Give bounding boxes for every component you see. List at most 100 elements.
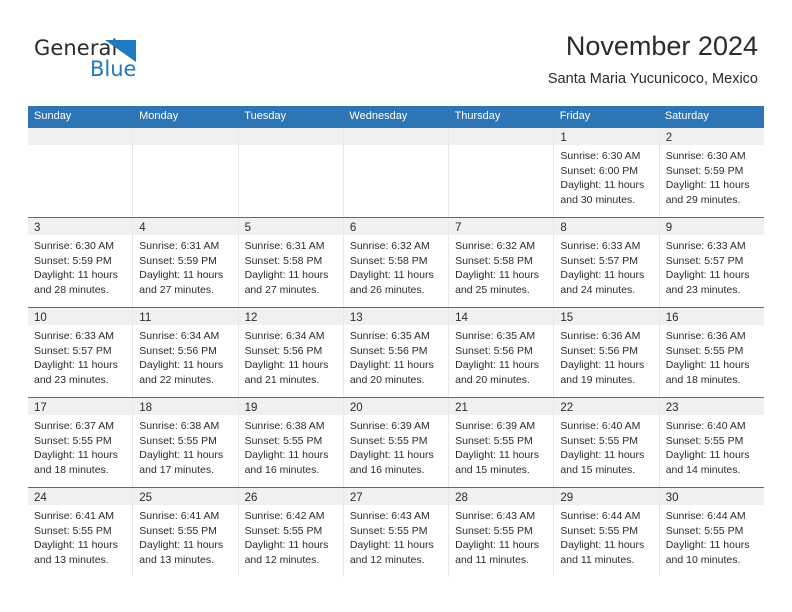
sunset-text: Sunset: 5:55 PM [34, 524, 112, 537]
sunrise-text: Sunrise: 6:38 AM [139, 420, 220, 432]
day-cell[interactable]: 4 Sunrise: 6:31 AM Sunset: 5:59 PM Dayli… [133, 218, 239, 307]
day-cell[interactable]: 21 Sunrise: 6:39 AM Sunset: 5:55 PM Dayl… [449, 398, 555, 487]
day-sun-info: Sunrise: 6:39 AM Sunset: 5:55 PM Dayligh… [344, 415, 448, 477]
day-cell[interactable]: 10 Sunrise: 6:33 AM Sunset: 5:57 PM Dayl… [28, 308, 134, 397]
sunset-text: Sunset: 5:55 PM [560, 524, 639, 537]
sunrise-text: Sunrise: 6:38 AM [244, 420, 325, 432]
day-cell[interactable] [133, 128, 239, 217]
sunrise-text: Sunrise: 6:33 AM [560, 240, 641, 252]
page-subtitle: Santa Maria Yucunicoco, Mexico [547, 71, 758, 87]
day-number: 15 [560, 312, 574, 324]
day-cell[interactable]: 27 Sunrise: 6:43 AM Sunset: 5:55 PM Dayl… [343, 488, 450, 577]
day-cell[interactable]: 11 Sunrise: 6:34 AM Sunset: 5:56 PM Dayl… [133, 308, 239, 397]
day-cell[interactable]: 6 Sunrise: 6:32 AM Sunset: 5:58 PM Dayli… [343, 218, 450, 307]
sunrise-text: Sunrise: 6:37 AM [34, 420, 114, 432]
daylight-text: Daylight: 11 hours and 30 minutes. [560, 179, 645, 206]
day-cell[interactable]: 16 Sunrise: 6:36 AM Sunset: 5:55 PM Dayl… [659, 308, 764, 397]
day-number-band: 28 [449, 488, 554, 505]
day-number: 10 [34, 312, 47, 324]
day-sun-info: Sunrise: 6:44 AM Sunset: 5:55 PM Dayligh… [660, 505, 764, 567]
sunset-text: Sunset: 5:55 PM [349, 524, 428, 537]
day-sun-info: Sunrise: 6:36 AM Sunset: 5:56 PM Dayligh… [554, 325, 658, 387]
day-number: 26 [244, 492, 258, 504]
sunrise-text: Sunrise: 6:30 AM [560, 150, 641, 162]
day-cell[interactable] [28, 128, 134, 217]
daylight-text: Daylight: 11 hours and 29 minutes. [665, 179, 750, 206]
day-number-band: 23 [659, 398, 764, 415]
day-cell[interactable]: 15 Sunrise: 6:36 AM Sunset: 5:56 PM Dayl… [554, 308, 660, 397]
day-cell[interactable]: 1 Sunrise: 6:30 AM Sunset: 6:00 PM Dayli… [554, 128, 660, 217]
day-number: 23 [665, 402, 679, 414]
day-sun-info: Sunrise: 6:36 AM Sunset: 5:55 PM Dayligh… [660, 325, 764, 387]
day-sun-info: Sunrise: 6:35 AM Sunset: 5:56 PM Dayligh… [449, 325, 553, 387]
daylight-text: Daylight: 11 hours and 13 minutes. [34, 539, 118, 566]
day-cell[interactable]: 13 Sunrise: 6:35 AM Sunset: 5:56 PM Dayl… [343, 308, 450, 397]
day-number-band: 19 [238, 398, 343, 415]
sunrise-text: Sunrise: 6:35 AM [455, 330, 536, 342]
sunrise-text: Sunrise: 6:39 AM [349, 420, 430, 432]
day-cell[interactable]: 19 Sunrise: 6:38 AM Sunset: 5:55 PM Dayl… [238, 398, 344, 487]
day-sun-info: Sunrise: 6:33 AM Sunset: 5:57 PM Dayligh… [554, 235, 658, 297]
day-cell[interactable]: 18 Sunrise: 6:38 AM Sunset: 5:55 PM Dayl… [133, 398, 239, 487]
day-cell[interactable]: 28 Sunrise: 6:43 AM Sunset: 5:55 PM Dayl… [449, 488, 555, 577]
day-sun-info: Sunrise: 6:42 AM Sunset: 5:55 PM Dayligh… [239, 505, 343, 567]
day-number-band: 7 [449, 218, 554, 235]
sunrise-text: Sunrise: 6:31 AM [139, 240, 220, 252]
sunset-text: Sunset: 5:56 PM [560, 344, 639, 357]
daylight-text: Daylight: 11 hours and 16 minutes. [244, 449, 329, 476]
day-cell[interactable]: 8 Sunrise: 6:33 AM Sunset: 5:57 PM Dayli… [554, 218, 660, 307]
day-number [239, 132, 245, 144]
day-cell[interactable]: 26 Sunrise: 6:42 AM Sunset: 5:55 PM Dayl… [238, 488, 344, 577]
day-cell[interactable]: 22 Sunrise: 6:40 AM Sunset: 5:55 PM Dayl… [554, 398, 660, 487]
sunrise-text: Sunrise: 6:44 AM [560, 510, 641, 522]
day-cell[interactable]: 2 Sunrise: 6:30 AM Sunset: 5:59 PM Dayli… [659, 128, 764, 217]
day-cell[interactable]: 9 Sunrise: 6:33 AM Sunset: 5:57 PM Dayli… [659, 218, 764, 307]
day-number: 19 [244, 402, 258, 414]
day-sun-info: Sunrise: 6:33 AM Sunset: 5:57 PM Dayligh… [28, 325, 132, 387]
daylight-text: Daylight: 11 hours and 27 minutes. [244, 269, 329, 296]
day-cell[interactable]: 23 Sunrise: 6:40 AM Sunset: 5:55 PM Dayl… [659, 398, 764, 487]
day-cell[interactable] [238, 128, 344, 217]
daylight-text: Daylight: 11 hours and 17 minutes. [139, 449, 224, 476]
day-sun-info: Sunrise: 6:33 AM Sunset: 5:57 PM Dayligh… [660, 235, 764, 297]
day-sun-info: Sunrise: 6:31 AM Sunset: 5:58 PM Dayligh… [239, 235, 343, 297]
day-number: 27 [349, 492, 363, 504]
day-sun-info: Sunrise: 6:40 AM Sunset: 5:55 PM Dayligh… [660, 415, 764, 477]
day-cell[interactable] [449, 128, 555, 217]
daylight-text: Daylight: 11 hours and 21 minutes. [244, 359, 329, 386]
day-cell[interactable]: 12 Sunrise: 6:34 AM Sunset: 5:56 PM Dayl… [238, 308, 344, 397]
sunrise-text: Sunrise: 6:30 AM [34, 240, 114, 252]
day-cell[interactable] [343, 128, 450, 217]
day-number-band: 18 [133, 398, 238, 415]
day-cell[interactable]: 5 Sunrise: 6:31 AM Sunset: 5:58 PM Dayli… [238, 218, 344, 307]
day-number: 18 [139, 402, 153, 414]
day-sun-info: Sunrise: 6:32 AM Sunset: 5:58 PM Dayligh… [344, 235, 448, 297]
day-sun-info: Sunrise: 6:30 AM Sunset: 6:00 PM Dayligh… [554, 145, 658, 207]
day-cell[interactable]: 24 Sunrise: 6:41 AM Sunset: 5:55 PM Dayl… [28, 488, 134, 577]
sunrise-text: Sunrise: 6:32 AM [455, 240, 536, 252]
day-cell[interactable]: 20 Sunrise: 6:39 AM Sunset: 5:55 PM Dayl… [343, 398, 450, 487]
weekday-header-row: Sunday Monday Tuesday Wednesday Thursday… [28, 106, 764, 127]
sunset-text: Sunset: 5:59 PM [139, 254, 217, 267]
day-sun-info: Sunrise: 6:35 AM Sunset: 5:56 PM Dayligh… [344, 325, 448, 387]
day-number: 14 [455, 312, 468, 324]
day-sun-info: Sunrise: 6:30 AM Sunset: 5:59 PM Dayligh… [28, 235, 132, 297]
daylight-text: Daylight: 11 hours and 18 minutes. [665, 359, 750, 386]
sunrise-text: Sunrise: 6:40 AM [665, 420, 746, 432]
week-row: 1 Sunrise: 6:30 AM Sunset: 6:00 PM Dayli… [28, 127, 764, 217]
general-blue-logo[interactable]: General Blue [34, 36, 214, 84]
day-cell[interactable]: 30 Sunrise: 6:44 AM Sunset: 5:55 PM Dayl… [659, 488, 764, 577]
day-cell[interactable]: 7 Sunrise: 6:32 AM Sunset: 5:58 PM Dayli… [449, 218, 555, 307]
day-sun-info: Sunrise: 6:31 AM Sunset: 5:59 PM Dayligh… [133, 235, 237, 297]
day-number-band [133, 128, 238, 145]
day-number: 6 [349, 222, 357, 234]
day-number-band [343, 128, 449, 145]
day-cell[interactable]: 14 Sunrise: 6:35 AM Sunset: 5:56 PM Dayl… [449, 308, 555, 397]
day-cell[interactable]: 3 Sunrise: 6:30 AM Sunset: 5:59 PM Dayli… [28, 218, 134, 307]
day-cell[interactable]: 17 Sunrise: 6:37 AM Sunset: 5:55 PM Dayl… [28, 398, 134, 487]
daylight-text: Daylight: 11 hours and 12 minutes. [244, 539, 329, 566]
sunrise-text: Sunrise: 6:42 AM [244, 510, 325, 522]
day-cell[interactable]: 25 Sunrise: 6:41 AM Sunset: 5:55 PM Dayl… [133, 488, 239, 577]
sunset-text: Sunset: 5:59 PM [665, 164, 744, 177]
day-cell[interactable]: 29 Sunrise: 6:44 AM Sunset: 5:55 PM Dayl… [554, 488, 660, 577]
